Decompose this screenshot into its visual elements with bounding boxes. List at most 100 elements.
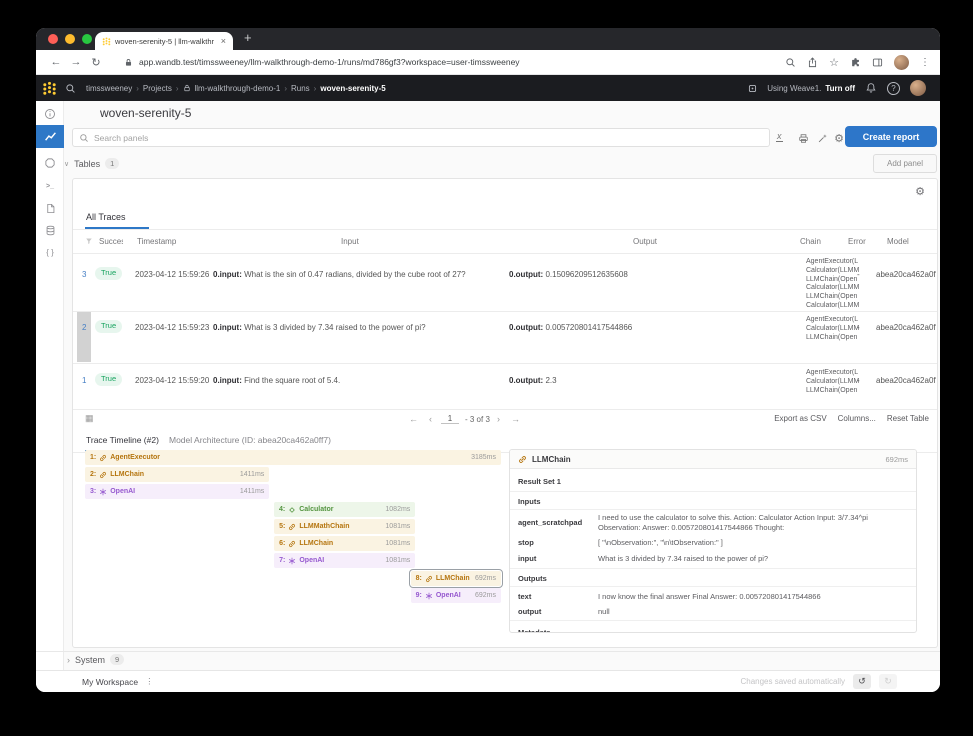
error-cell: - xyxy=(857,323,860,332)
nav-search-icon[interactable] xyxy=(65,83,76,94)
close-tab-icon[interactable]: × xyxy=(221,37,226,46)
export-csv-button[interactable]: Export as CSV xyxy=(774,414,826,423)
chain-link-icon xyxy=(288,523,296,531)
trace-timeline-waterfall: 1: AgentExecutor 3185ms 2: LLMChain 1411… xyxy=(85,179,501,648)
share-icon[interactable] xyxy=(807,57,818,68)
bookmark-star-icon[interactable]: ☆ xyxy=(829,56,839,69)
back-icon[interactable]: ← xyxy=(46,56,66,68)
user-avatar[interactable] xyxy=(910,80,926,96)
code-icon[interactable]: { } xyxy=(36,242,64,262)
col-output[interactable]: Output xyxy=(633,237,657,246)
files-icon[interactable] xyxy=(36,198,64,218)
panel-settings-gear-icon[interactable]: ⚙ xyxy=(915,187,925,198)
pagination-last-icon[interactable]: → xyxy=(511,414,520,424)
span-detail-card: LLMChain 692ms Result Set 1 Inputs agent… xyxy=(509,449,917,633)
breadcrumb-runs[interactable]: Runs xyxy=(291,84,310,93)
browser-profile-avatar[interactable] xyxy=(894,55,909,70)
chain-link-icon xyxy=(425,575,433,583)
input-key: stop xyxy=(518,538,534,547)
trace-span-agentexecutor[interactable]: 1: AgentExecutor 3185ms xyxy=(85,450,501,465)
trace-span-openai[interactable]: 3: OpenAI 1411ms xyxy=(85,484,269,499)
input-key: input xyxy=(518,554,536,563)
tool-diamond-icon xyxy=(288,506,296,514)
wandb-logo[interactable] xyxy=(42,81,57,96)
autosave-status: Changes saved automatically xyxy=(740,677,845,686)
logs-icon[interactable]: >_ xyxy=(36,176,64,196)
tables-section-label: Tables xyxy=(74,159,100,169)
model-cell: abea20ca462a0ff7 xyxy=(876,323,936,332)
sidebar-icon[interactable] xyxy=(872,57,883,68)
breadcrumb-projects[interactable]: Projects xyxy=(143,84,172,93)
inputs-label: Inputs xyxy=(518,497,541,506)
columns-button[interactable]: Columns... xyxy=(838,414,876,423)
artifacts-icon[interactable] xyxy=(36,220,64,240)
chain-link-icon xyxy=(288,540,296,548)
weave-turn-off-button[interactable]: Turn off xyxy=(825,84,855,93)
close-window-button[interactable] xyxy=(48,34,58,44)
output-cell: 0.005720801417544866 xyxy=(545,323,632,332)
browser-window: woven-serenity-5 | llm-walkthr × + ← → ↻… xyxy=(36,28,940,692)
output-key: output xyxy=(518,607,541,616)
metadata-label: Metadata xyxy=(518,628,551,633)
notifications-bell-icon[interactable] xyxy=(865,82,877,94)
charts-icon[interactable] xyxy=(36,125,64,148)
forward-icon[interactable]: → xyxy=(66,56,86,68)
add-panel-button[interactable]: Add panel xyxy=(873,154,937,173)
trace-span-calculator[interactable]: 4: Calculator 1082ms xyxy=(274,502,415,517)
extensions-icon[interactable] xyxy=(850,57,861,68)
openai-icon xyxy=(288,557,296,565)
undo-button[interactable]: ↺ xyxy=(853,674,871,689)
panel-search-input[interactable] xyxy=(94,133,763,143)
trace-span-llmchain[interactable]: 6: LLMChain 1081ms xyxy=(274,536,415,551)
trace-span-openai[interactable]: 9: OpenAI 692ms xyxy=(411,588,501,603)
lock-icon xyxy=(124,58,133,67)
col-error[interactable]: Error xyxy=(848,237,866,246)
trace-span-llmmathchain[interactable]: 5: LLMMathChain 1081ms xyxy=(274,519,415,534)
span-title: LLMChain xyxy=(532,455,571,464)
trace-span-llmchain-selected[interactable]: 8: LLMChain 692ms xyxy=(411,571,501,586)
trace-span-openai[interactable]: 7: OpenAI 1081ms xyxy=(274,553,415,568)
browser-tab[interactable]: woven-serenity-5 | llm-walkthr × xyxy=(95,32,233,50)
error-cell: - xyxy=(857,376,860,385)
browser-menu-icon[interactable]: ⋮ xyxy=(920,57,930,68)
workspace-selector[interactable]: My Workspace xyxy=(82,677,138,687)
create-report-button[interactable]: Create report xyxy=(845,126,937,147)
col-model[interactable]: Model xyxy=(887,237,909,246)
system-section-header[interactable]: › System 9 xyxy=(67,654,124,665)
chain-cell: AgentExecutor(L Calculator(LLMM LLMChain… xyxy=(806,316,878,342)
col-chain[interactable]: Chain xyxy=(800,237,821,246)
output-key: text xyxy=(518,592,531,601)
output-value: I now know the final answer Final Answer… xyxy=(598,592,906,602)
window-controls xyxy=(48,34,92,44)
magic-wand-icon[interactable] xyxy=(814,130,830,146)
input-value: [ "\nObservation:", "\n\tObservation:" ] xyxy=(598,538,906,548)
browser-toolbar: ← → ↻ app.wandb.test/timssweeney/llm-wal… xyxy=(36,50,940,75)
trace-span-llmchain[interactable]: 2: LLMChain 1411ms xyxy=(85,467,269,482)
reload-icon[interactable]: ↻ xyxy=(86,56,106,69)
redo-button[interactable]: ↻ xyxy=(879,674,897,689)
address-bar[interactable]: app.wandb.test/timssweeney/llm-walkthrou… xyxy=(139,57,520,67)
tables-section-header[interactable]: ∨ Tables 1 xyxy=(64,158,119,169)
new-tab-button[interactable]: + xyxy=(244,30,252,45)
minimize-window-button[interactable] xyxy=(65,34,75,44)
input-value: What is 3 divided by 7.34 raised to the … xyxy=(598,554,906,564)
help-icon[interactable]: ? xyxy=(887,82,900,95)
system-icon[interactable] xyxy=(36,153,64,173)
workspace-menu-icon[interactable]: ⋮ xyxy=(145,676,154,687)
chevron-right-icon: › xyxy=(67,655,70,665)
panel-search xyxy=(72,128,770,147)
maximize-window-button[interactable] xyxy=(82,34,92,44)
search-icon[interactable] xyxy=(785,57,796,68)
run-page-rail: >_ { } xyxy=(36,101,64,670)
run-title: woven-serenity-5 xyxy=(100,106,191,120)
x-axis-icon[interactable]: x xyxy=(776,132,783,142)
outputs-label: Outputs xyxy=(518,574,547,583)
workspace-content: >_ { } woven-serenity-5 x ⚙ Create repor… xyxy=(36,101,940,670)
panel-layout-icon[interactable] xyxy=(795,130,811,146)
breadcrumb-project[interactable]: llm-walkthrough-demo-1 xyxy=(195,84,281,93)
breadcrumb-user[interactable]: timssweeney xyxy=(86,84,132,93)
reset-table-button[interactable]: Reset Table xyxy=(887,414,929,423)
tables-count-badge: 1 xyxy=(105,158,119,169)
chain-link-icon xyxy=(99,454,107,462)
overview-icon[interactable] xyxy=(36,104,64,124)
